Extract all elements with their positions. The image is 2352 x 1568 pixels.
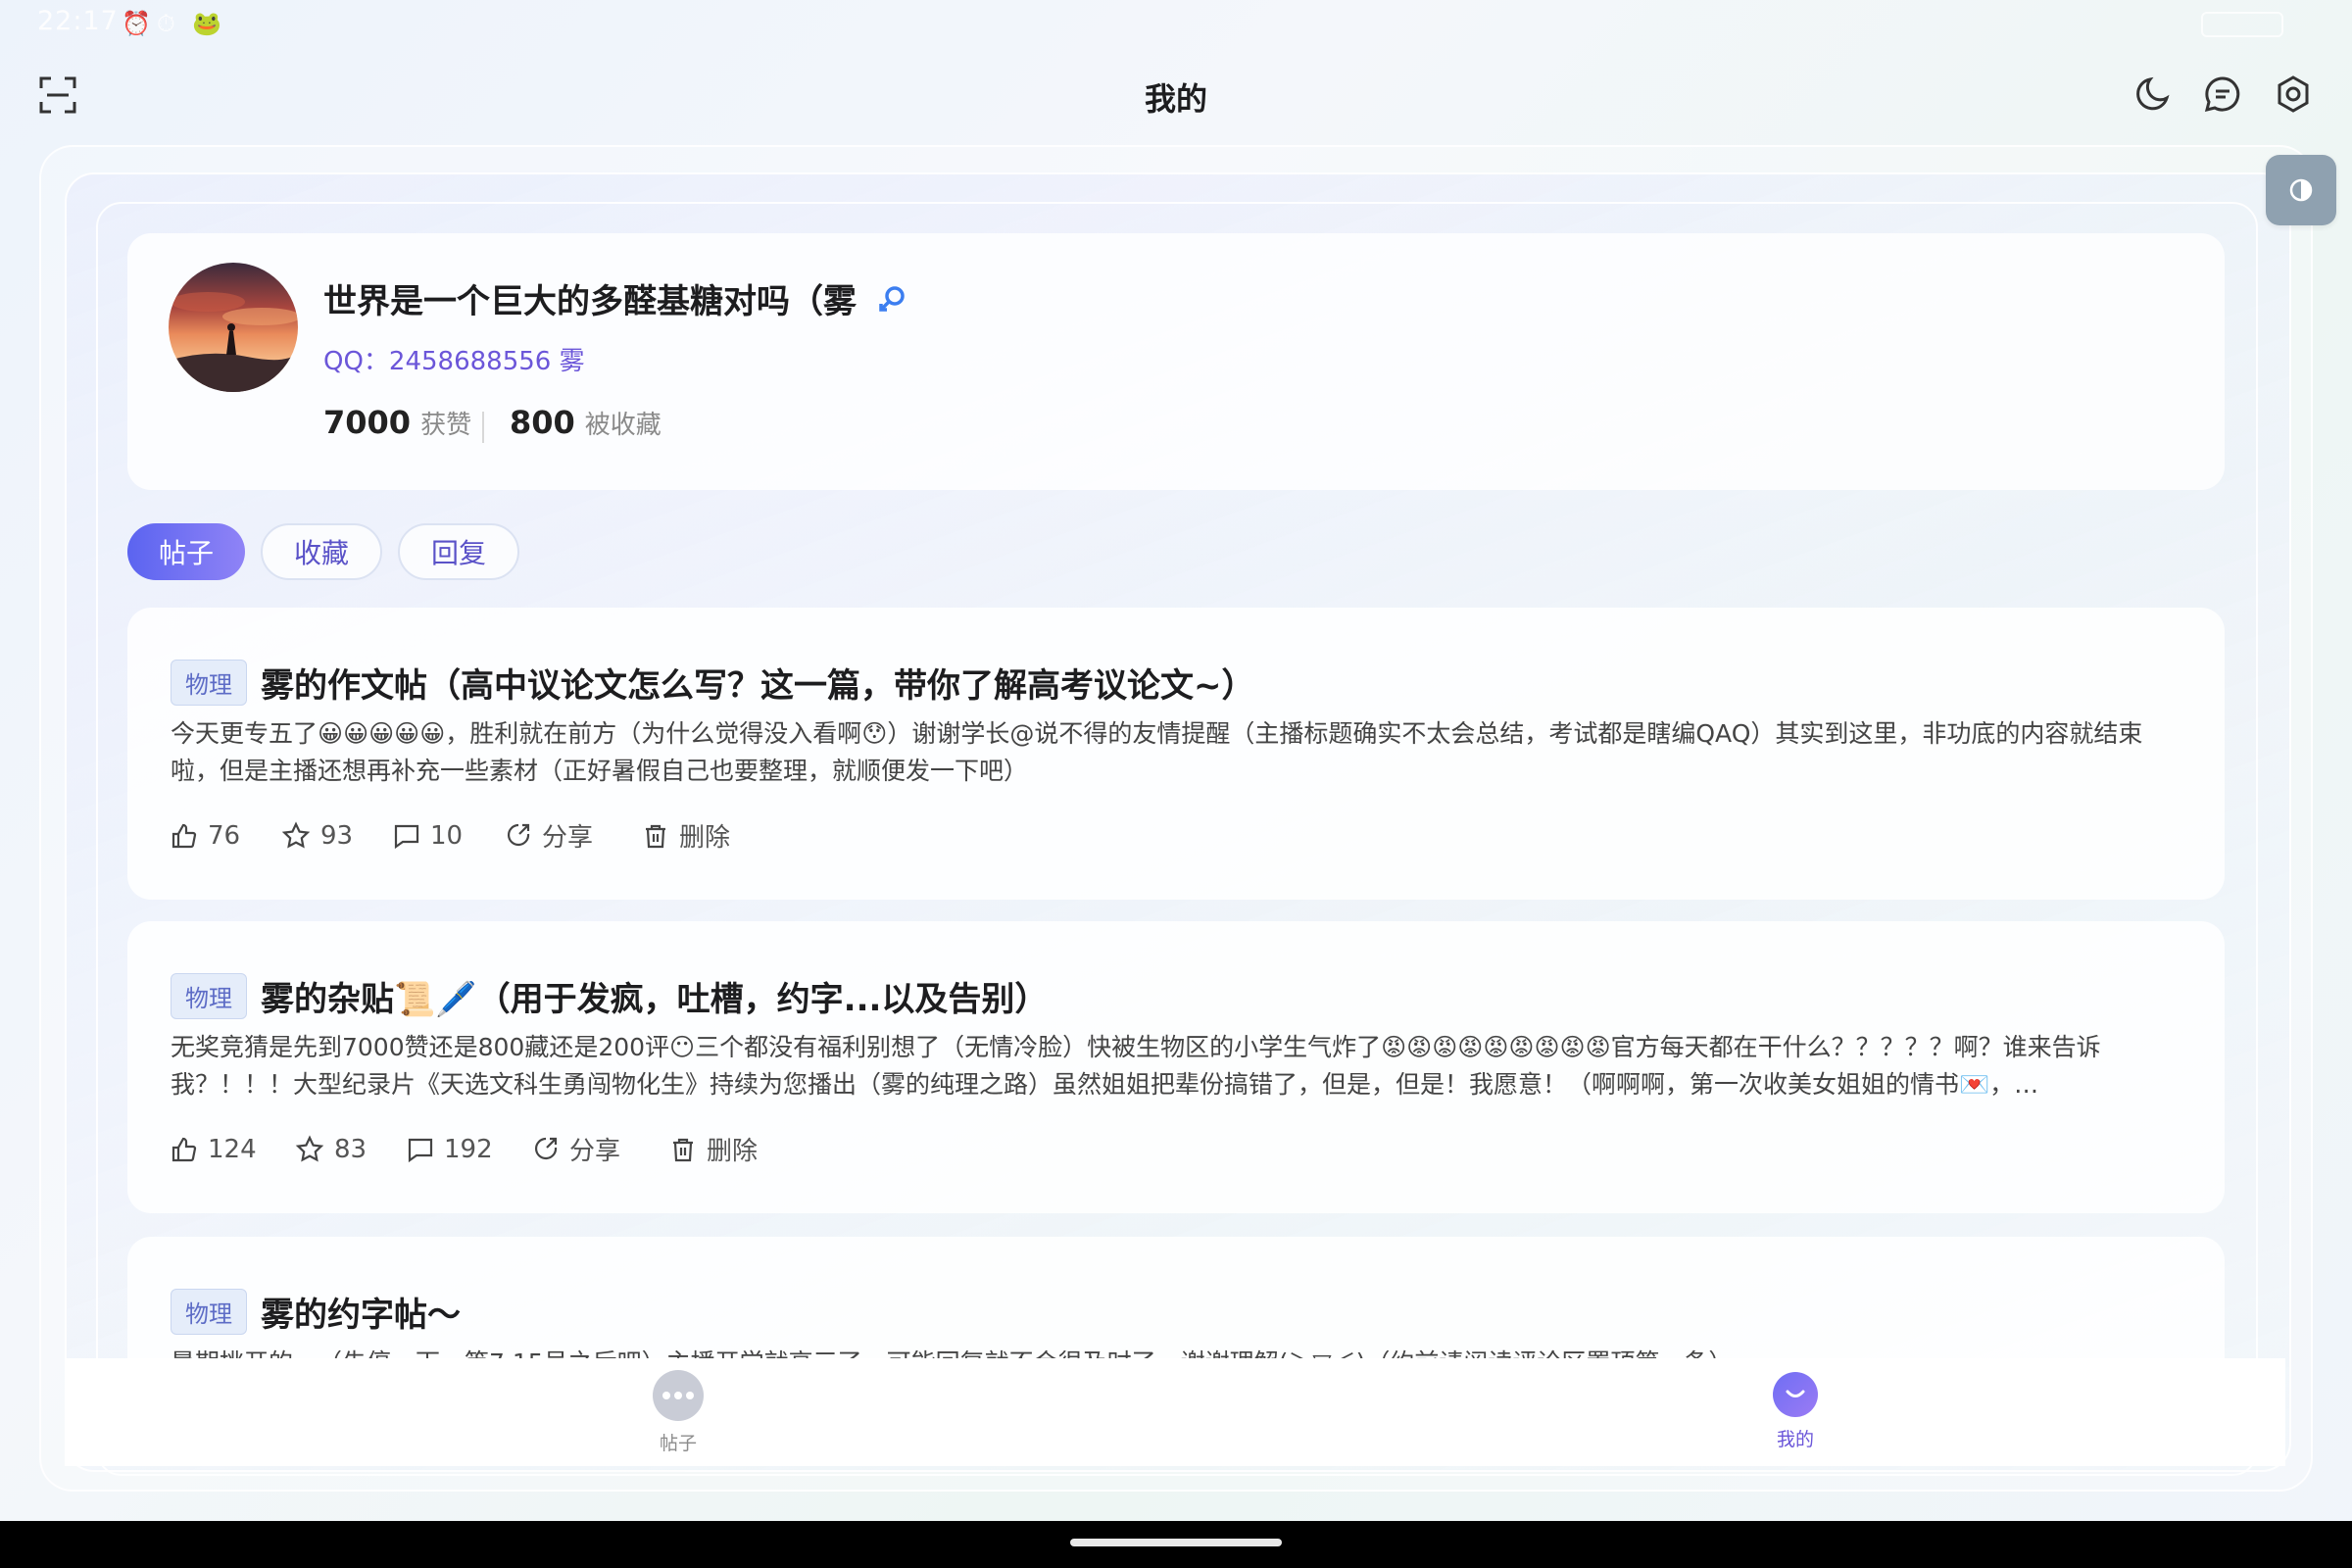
app-notification-icon: 🐸 xyxy=(192,10,221,37)
share-icon xyxy=(534,1137,558,1159)
comment-count: 10 xyxy=(430,820,464,851)
battery-icon xyxy=(2201,12,2283,37)
post-title[interactable]: 雾的杂贴📜🖊️（用于发疯，吐槽，约字...以及告别） xyxy=(261,972,1048,1020)
post-tag: 物理 xyxy=(171,1289,247,1335)
post-card[interactable]: 物理 雾的杂贴📜🖊️（用于发疯，吐槽，约字...以及告别） 无奖竞猜是先到700… xyxy=(127,921,2225,1213)
post-card[interactable]: 物理 雾的作文帖（高中议论文怎么写？这一篇，带你了解高考议论文~） 今天更专五了… xyxy=(127,608,2225,900)
alarm-icon: ⏰ xyxy=(122,10,151,37)
share-button[interactable]: 分享 xyxy=(532,1131,669,1167)
tab-favorites[interactable]: 收藏 xyxy=(261,523,382,580)
stat-favorited-value: 800 xyxy=(510,404,575,441)
star-button[interactable]: 93 xyxy=(281,817,393,854)
settings-icon[interactable] xyxy=(2274,74,2313,114)
stat-favorited: 800 被收藏 xyxy=(510,404,662,441)
star-count: 83 xyxy=(334,1134,368,1164)
star-count: 93 xyxy=(320,820,354,851)
floating-contrast-button[interactable] xyxy=(2266,155,2336,225)
nav-item-mine[interactable]: 我的 xyxy=(1711,1370,1880,1451)
like-count: 76 xyxy=(208,820,241,851)
post-title[interactable]: 雾的作文帖（高中议论文怎么写？这一篇，带你了解高考议论文~） xyxy=(261,659,1255,707)
nickname: 世界是一个巨大的多醛基糖对吗（雾 xyxy=(323,274,907,323)
like-button[interactable]: 76 xyxy=(171,817,281,854)
chat-bubble-icon xyxy=(653,1370,704,1421)
trash-icon xyxy=(673,1138,693,1161)
trash-icon xyxy=(646,824,665,848)
dark-mode-icon[interactable] xyxy=(2132,74,2172,114)
stat-likes-label: 获赞 xyxy=(420,411,472,440)
delete-button[interactable]: 删除 xyxy=(669,1131,758,1167)
post-tag: 物理 xyxy=(171,973,247,1019)
gender-female-icon xyxy=(876,283,907,323)
stat-favorited-label: 被收藏 xyxy=(584,411,662,440)
avatar[interactable] xyxy=(169,263,298,392)
nav-label-posts: 帖子 xyxy=(659,1433,697,1454)
message-icon[interactable] xyxy=(2203,74,2242,114)
nav-label-mine: 我的 xyxy=(1776,1429,1814,1450)
share-button[interactable]: 分享 xyxy=(505,817,642,854)
share-label: 分享 xyxy=(542,823,594,853)
star-button[interactable]: 83 xyxy=(295,1131,407,1167)
bottom-nav: 帖子 我的 xyxy=(65,1358,2285,1466)
delete-button[interactable]: 删除 xyxy=(642,817,730,854)
nickname-text: 世界是一个巨大的多醛基糖对吗（雾 xyxy=(323,282,857,321)
tab-posts[interactable]: 帖子 xyxy=(127,523,245,580)
stat-likes: 7000 获赞 xyxy=(323,404,471,441)
share-icon xyxy=(507,823,530,846)
qq-number: QQ：2458688556 雾 xyxy=(323,347,585,376)
smile-profile-icon xyxy=(1773,1372,1818,1417)
tab-replies[interactable]: 回复 xyxy=(398,523,519,580)
like-count: 124 xyxy=(208,1134,257,1164)
home-gesture-handle[interactable] xyxy=(1070,1539,1282,1546)
page-title: 我的 xyxy=(1144,80,1207,118)
delete-label: 删除 xyxy=(679,823,731,853)
post-body: 无奖竞猜是先到7000赞还是800藏还是200评😶三个都没有福利别想了（无情冷脸… xyxy=(171,1033,2101,1099)
post-tag: 物理 xyxy=(171,660,247,706)
post-title[interactable]: 雾的约字帖～ xyxy=(261,1288,461,1336)
timer-icon: ⏱ xyxy=(157,10,175,37)
comment-count: 192 xyxy=(444,1134,493,1164)
post-body: 今天更专五了😀😀😀😀😀，胜利就在前方（为什么觉得没入看啊😯）谢谢学长@说不得的友… xyxy=(171,719,2143,785)
comment-button[interactable]: 10 xyxy=(393,817,505,854)
status-time: 22:17 xyxy=(37,6,119,36)
comment-icon xyxy=(394,824,419,849)
stat-likes-value: 7000 xyxy=(323,404,412,441)
star-icon xyxy=(295,1134,324,1162)
nav-item-posts[interactable]: 帖子 xyxy=(594,1370,762,1455)
thumbs-up-icon xyxy=(172,823,197,848)
share-label: 分享 xyxy=(569,1137,621,1166)
comment-button[interactable]: 192 xyxy=(407,1131,532,1167)
thumbs-up-icon xyxy=(172,1137,197,1161)
like-button[interactable]: 124 xyxy=(171,1131,295,1167)
delete-label: 删除 xyxy=(707,1137,759,1166)
star-icon xyxy=(281,820,311,849)
stat-divider xyxy=(482,412,484,443)
comment-icon xyxy=(408,1138,433,1162)
